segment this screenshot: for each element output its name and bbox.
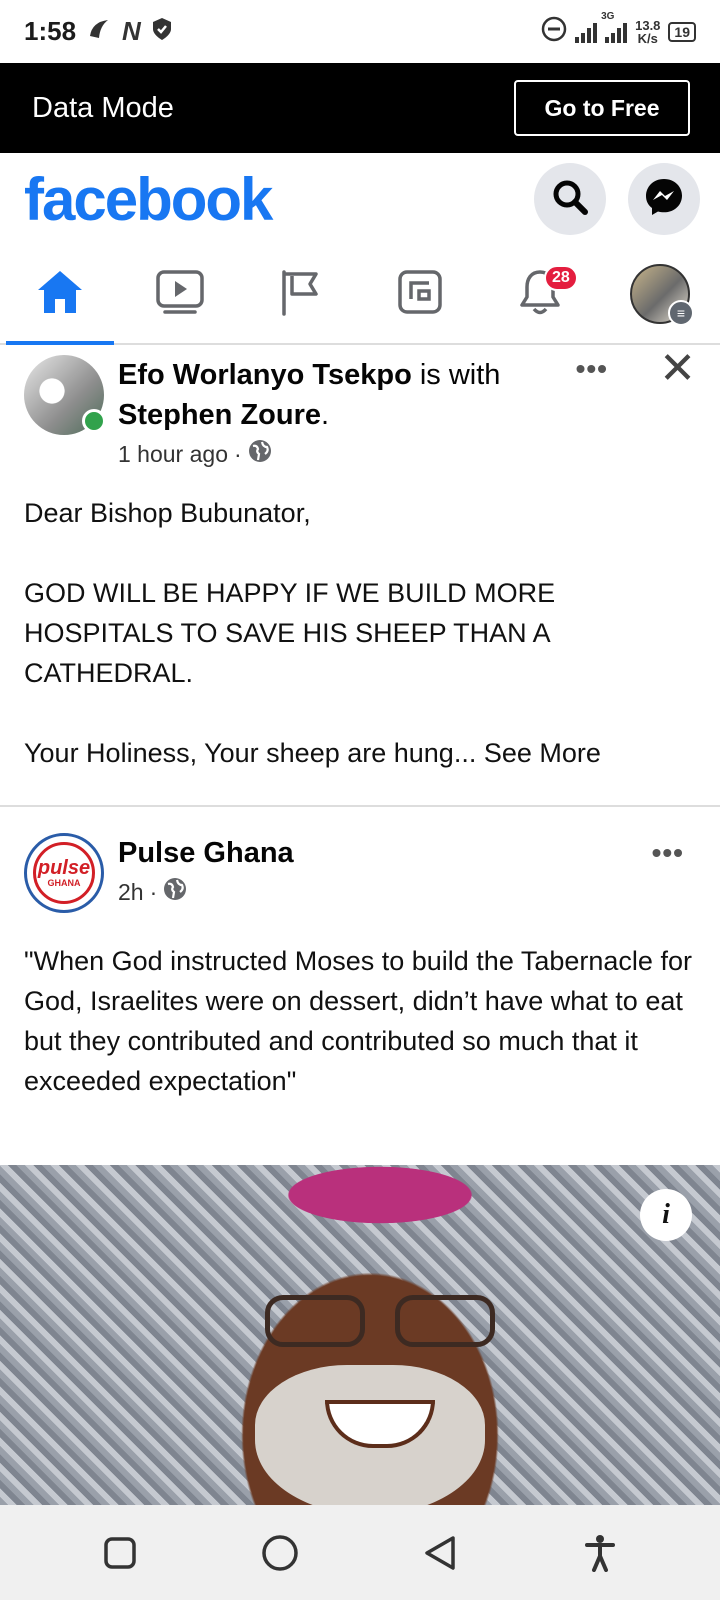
shield-icon: [151, 17, 173, 47]
back-icon[interactable]: [410, 1523, 470, 1583]
globe-icon: [163, 877, 187, 907]
dnd-icon: [541, 16, 567, 47]
tab-gaming[interactable]: [360, 245, 480, 343]
globe-icon: [248, 439, 272, 469]
post-text: "When God instructed Moses to build the …: [24, 946, 692, 1096]
see-more-link[interactable]: See More: [476, 738, 601, 768]
search-button[interactable]: [534, 163, 606, 235]
more-options-icon[interactable]: •••: [652, 837, 684, 869]
gaming-icon: [397, 269, 443, 320]
messenger-button[interactable]: [628, 163, 700, 235]
tab-watch[interactable]: [120, 245, 240, 343]
feed-post: Efo Worlanyo Tsekpo is with Stephen Zour…: [0, 347, 720, 807]
battery-indicator: 19: [668, 21, 696, 42]
tab-home[interactable]: [0, 245, 120, 345]
go-to-free-button[interactable]: Go to Free: [514, 80, 690, 136]
post-time[interactable]: 1 hour ago: [118, 441, 228, 468]
tab-notifications[interactable]: 28: [480, 245, 600, 343]
post-image[interactable]: i: [0, 1165, 720, 1505]
tab-menu[interactable]: ≡: [600, 245, 720, 343]
author-name[interactable]: Efo Worlanyo Tsekpo: [118, 359, 412, 391]
messenger-icon: [643, 176, 685, 223]
tab-pages[interactable]: [240, 245, 360, 343]
status-bar: 1:58 N 3G 13.8 K/s 19: [0, 0, 720, 63]
recents-icon[interactable]: [90, 1523, 150, 1583]
tagged-name[interactable]: Stephen Zoure: [118, 399, 321, 431]
profile-menu-icon: ≡: [630, 264, 694, 326]
main-tab-bar: 28 ≡: [0, 245, 720, 345]
app-header: facebook: [0, 153, 720, 245]
menu-icon: ≡: [668, 300, 694, 326]
close-icon[interactable]: ✕: [659, 347, 696, 391]
data-mode-banner: Data Mode Go to Free: [0, 63, 720, 153]
more-options-icon[interactable]: •••: [576, 353, 608, 385]
facebook-logo[interactable]: facebook: [24, 165, 273, 234]
online-status-dot: [82, 409, 106, 433]
network-speed: 13.8 K/s: [635, 17, 661, 46]
image-glasses: [265, 1295, 505, 1351]
page-name[interactable]: Pulse Ghana: [118, 837, 294, 869]
home-nav-icon[interactable]: [250, 1523, 310, 1583]
search-icon: [551, 178, 589, 221]
feed-post: pulse GHANA Pulse Ghana 2h · ••• "When G…: [0, 809, 720, 1169]
flag-icon: [278, 268, 322, 321]
app-notification-icon: [86, 16, 112, 48]
info-icon[interactable]: i: [640, 1189, 692, 1241]
notification-badge: 28: [544, 265, 578, 291]
n-notification-icon: N: [122, 16, 141, 46]
post-time[interactable]: 2h: [118, 879, 144, 906]
post-text: Dear Bishop Bubunator, GOD WILL BE HAPPY…: [24, 498, 601, 768]
status-time: 1:58: [24, 16, 77, 46]
video-icon: [155, 269, 205, 320]
system-nav-bar: [0, 1505, 720, 1600]
post-header-text: Efo Worlanyo Tsekpo is with Stephen Zour…: [118, 359, 501, 431]
signal-icon: [575, 21, 598, 43]
data-mode-title: Data Mode: [32, 91, 174, 124]
author-avatar[interactable]: [24, 355, 106, 435]
home-icon: [35, 268, 85, 321]
signal-3g-icon: 3G: [601, 11, 628, 43]
page-avatar[interactable]: pulse GHANA: [24, 833, 104, 913]
accessibility-icon[interactable]: [570, 1523, 630, 1583]
